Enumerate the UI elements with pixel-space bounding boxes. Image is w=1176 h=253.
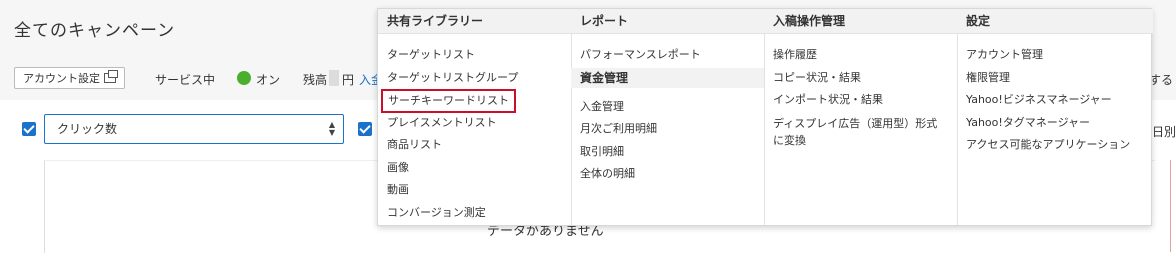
status-on-label: オン [256,73,281,87]
menu-item-transaction-details[interactable]: 取引明細 [571,141,764,164]
metric-1-select[interactable]: クリック数 ▲ ▼ [44,114,344,144]
menu-item-search-keyword-list[interactable]: サーチキーワードリスト [381,89,516,113]
page-title: 全てのキャンペーン [14,21,176,41]
menu-item-accessible-applications[interactable]: アクセス可能なアプリケーション [957,134,1153,157]
menu-header-submission: 入稿操作管理 [764,9,957,34]
menu-item-performance-report[interactable]: パフォーマンスレポート [571,44,764,67]
menu-item-conversion-tracking[interactable]: コンバージョン測定 [378,202,571,225]
menu-header-shared-library: 共有ライブラリー [378,9,571,34]
menu-item-deposit-management[interactable]: 入金管理 [571,96,764,119]
menu-item-permission-management[interactable]: 権限管理 [957,67,1153,90]
status-on-icon [237,71,251,85]
balance-label: 残高 [303,73,328,87]
balance-value-masked [329,70,339,86]
menu-item-import-status[interactable]: インポート状況・結果 [764,89,957,112]
external-window-icon [104,70,118,83]
menu-item-yahoo-tag-manager[interactable]: Yahoo!タグマネージャー [957,112,1153,135]
menu-item-account-management[interactable]: アカウント管理 [957,44,1153,67]
menu-item-operation-history[interactable]: 操作履歴 [764,44,957,67]
menu-column-settings: 設定 アカウント管理 権限管理 Yahoo!ビジネスマネージャー Yahoo!タ… [957,9,1153,225]
menu-item-product-list[interactable]: 商品リスト [378,134,571,157]
menu-item-target-list-group[interactable]: ターゲットリストグループ [378,67,571,90]
menu-header-funds: 資金管理 [571,67,764,88]
menu-item-copy-status[interactable]: コピー状況・結果 [764,67,957,90]
menu-item-images[interactable]: 画像 [378,157,571,180]
account-settings-label: アカウント設定 [23,72,100,85]
tools-dropdown-menu: 共有ライブラリー ターゲットリスト ターゲットリストグループ サーチキーワードリ… [377,8,1153,226]
account-settings-button[interactable]: アカウント設定 [14,67,125,89]
metric-2-checkbox[interactable] [358,122,372,136]
select-arrows-icon: ▲ ▼ [328,120,335,137]
menu-item-overall-details[interactable]: 全体の明細 [571,163,764,186]
metric-1-value: クリック数 [57,122,118,136]
menu-item-yahoo-business-manager[interactable]: Yahoo!ビジネスマネージャー [957,89,1153,112]
menu-column-shared-library: 共有ライブラリー ターゲットリスト ターゲットリストグループ サーチキーワードリ… [378,9,572,225]
menu-column-reports: レポート パフォーマンスレポート 資金管理 入金管理 月次ご利用明細 取引明細 … [571,9,765,225]
menu-item-convert-display-ad[interactable]: ディスプレイ広告（運用型）形式に変換 [764,112,945,152]
service-status-label: サービス中 [155,73,216,87]
menu-column-submission: 入稿操作管理 操作履歴 コピー状況・結果 インポート状況・結果 ディスプレイ広告… [764,9,958,225]
menu-item-videos[interactable]: 動画 [378,179,571,202]
menu-item-placement-list[interactable]: プレイスメントリスト [378,112,571,135]
balance-unit: 円 [342,73,355,87]
menu-item-target-list[interactable]: ターゲットリスト [378,44,571,67]
menu-header-reports: レポート [571,9,764,34]
period-select[interactable]: 日別 [1152,123,1176,140]
chart-right-border [1170,160,1171,252]
menu-header-settings: 設定 [957,9,1153,34]
metric-1-checkbox[interactable] [22,122,36,136]
menu-item-monthly-statement[interactable]: 月次ご利用明細 [571,118,764,141]
